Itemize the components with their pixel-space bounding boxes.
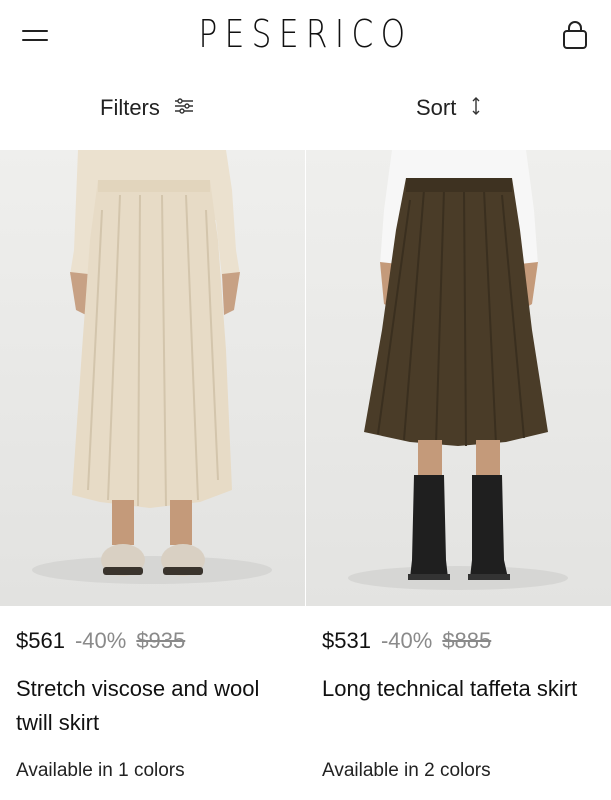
shopping-bag-icon[interactable] [560,20,590,52]
sale-price: $531 [322,628,371,653]
price-row: $531 -40% $885 [322,628,491,654]
color-availability: Available in 2 colors [322,760,491,781]
discount-badge: -40% [74,628,127,653]
sort-button[interactable]: Sort [416,93,482,123]
original-price: $885 [442,628,492,653]
sliders-icon [174,97,194,120]
discount-badge: -40% [380,628,433,653]
site-header: PESERICO [0,0,611,75]
brand-logo[interactable]: PESERICO [55,12,556,56]
filters-button[interactable]: Filters [100,93,194,123]
product-name[interactable]: Long technical taffeta skirt [322,672,602,706]
product-image[interactable] [0,150,305,606]
product-name[interactable]: Stretch viscose and wool twill skirt [16,672,296,740]
product-card[interactable]: $531 -40% $885 Long technical taffeta sk… [306,150,611,800]
product-card[interactable]: $561 -40% $935 Stretch viscose and wool … [0,150,305,800]
product-grid: $561 -40% $935 Stretch viscose and wool … [0,150,611,800]
filters-label: Filters [100,95,160,120]
product-image[interactable] [306,150,611,606]
original-price: $935 [136,628,186,653]
hamburger-menu-icon[interactable] [20,27,50,47]
sale-price: $561 [16,628,65,653]
price-row: $561 -40% $935 [16,628,185,654]
color-availability: Available in 1 colors [16,760,185,781]
sort-label: Sort [416,95,457,120]
listing-toolbar: Filters Sort [0,75,611,145]
sort-arrows-icon [470,96,482,121]
